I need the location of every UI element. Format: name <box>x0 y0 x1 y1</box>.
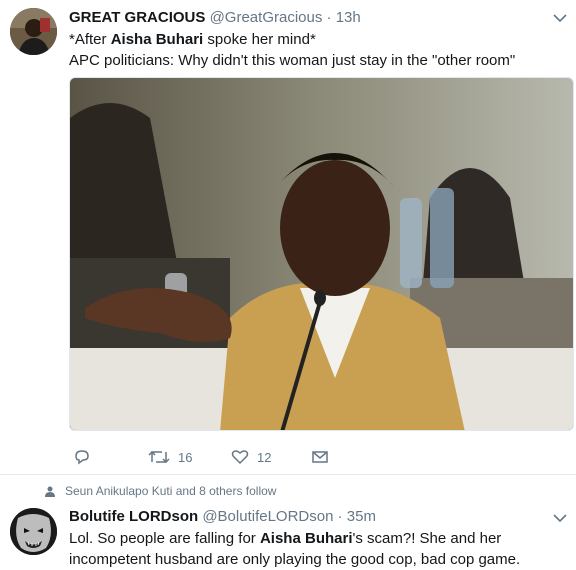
like-icon <box>231 450 249 465</box>
retweet-count: 16 <box>178 449 193 465</box>
author-name[interactable]: Bolutife LORDson <box>69 508 198 525</box>
tweet-1[interactable]: GREAT GRACIOUS @GreatGracious · 13h *Aft… <box>0 0 576 475</box>
author-avatar[interactable] <box>10 8 57 55</box>
retweet-button[interactable]: 16 <box>148 446 192 468</box>
social-context[interactable]: Seun Anikulapo Kuti and 8 others follow <box>45 484 276 498</box>
author-avatar[interactable] <box>10 508 57 555</box>
person-icon <box>45 486 55 497</box>
author-name[interactable]: GREAT GRACIOUS <box>69 9 205 26</box>
direct-message-icon <box>312 451 328 463</box>
reply-icon <box>75 450 89 465</box>
social-context-text: Seun Anikulapo Kuti and 8 others follow <box>65 484 277 498</box>
tweet-text-line-2: APC politicians: Why didn't this woman j… <box>69 52 516 69</box>
reply-button[interactable] <box>73 446 91 468</box>
hashtag-highlight: Aisha Buhari <box>259 530 353 547</box>
separator-dot: · <box>326 9 332 26</box>
chevron-down-icon[interactable] <box>552 510 568 523</box>
hashtag-highlight: Aisha Buhari <box>110 31 204 48</box>
retweet-icon <box>148 450 170 464</box>
tweet-timestamp[interactable]: 13h <box>336 9 361 26</box>
author-handle[interactable]: @BolutifeLORDson <box>202 508 333 525</box>
separator-dot: · <box>337 508 343 525</box>
tweet-text: Lol. So people are falling for Aisha Buh… <box>69 530 521 568</box>
tweet-header: GREAT GRACIOUS @GreatGracious · 13h <box>69 9 361 26</box>
tweet-header: Bolutife LORDson @BolutifeLORDson · 35m <box>69 508 376 525</box>
like-count: 12 <box>257 449 272 465</box>
like-button[interactable]: 12 <box>231 446 271 468</box>
author-handle[interactable]: @GreatGracious <box>210 9 323 26</box>
chevron-down-icon[interactable] <box>552 10 568 23</box>
tweet-text: *After Aisha Buhari spoke her mind* APC … <box>69 29 569 71</box>
tweet-text-line-1: *After Aisha Buhari spoke her mind* <box>69 31 316 48</box>
direct-message-button[interactable] <box>312 446 328 468</box>
tweet-photo[interactable] <box>69 77 574 431</box>
tweet-timestamp[interactable]: 35m <box>347 508 376 525</box>
